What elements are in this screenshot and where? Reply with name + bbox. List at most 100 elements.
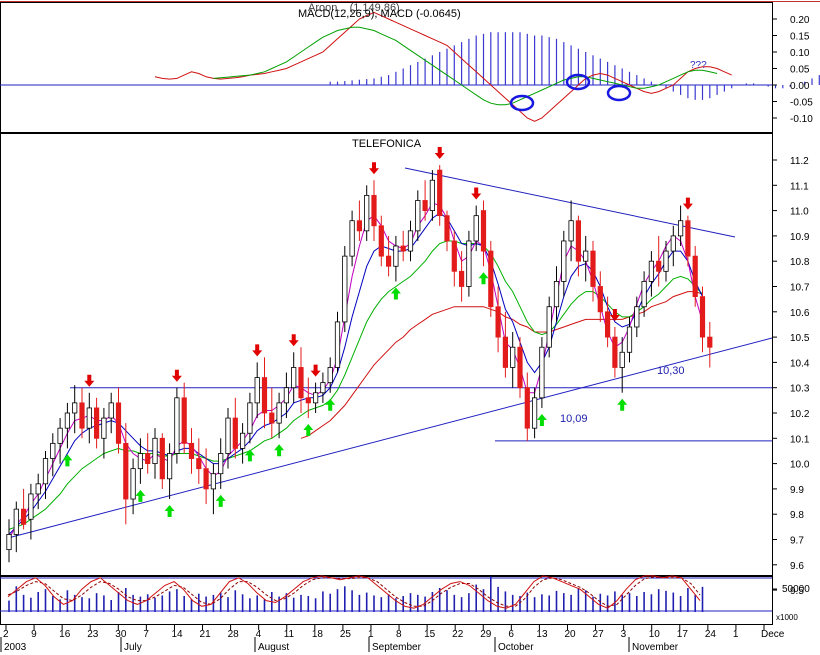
candle-body <box>466 240 472 287</box>
candle-body <box>634 306 640 328</box>
candle-body <box>429 179 436 212</box>
x-tick-label: 10 <box>649 629 661 640</box>
buy-arrow-icon <box>62 454 73 467</box>
price-tick-label: 10.3 <box>790 384 810 395</box>
candle-body <box>101 417 107 439</box>
candle-body <box>239 432 246 449</box>
candle-body <box>648 260 655 282</box>
candle-body <box>692 255 698 298</box>
candle-body <box>583 250 589 262</box>
candle-body <box>458 270 465 287</box>
candle-body <box>188 442 195 459</box>
macd-annotation: ??? <box>690 60 707 71</box>
candle-body <box>57 427 63 444</box>
macd-tick-label: -0.05 <box>790 98 813 109</box>
candle-body <box>612 336 618 368</box>
candle-body <box>371 195 377 227</box>
buy-arrow-icon <box>215 494 226 507</box>
candle-body <box>480 210 487 252</box>
candle-body <box>342 255 348 323</box>
buy-arrow-icon <box>135 489 146 502</box>
price-tick-label: 11.1 <box>790 181 809 192</box>
chart-root: 0.20 0.15 0.10 0.05 0.00 -0.05 -0.10 11.2 11.1 11… <box>0 0 820 653</box>
candle-body <box>64 412 70 429</box>
candle-body <box>378 225 384 257</box>
sell-arrow-icon <box>288 334 299 347</box>
price-tick-label: 10.7 <box>790 283 810 294</box>
x-tick-label: 24 <box>705 629 717 640</box>
x-tick-label: 14 <box>171 629 183 640</box>
candle-body <box>327 367 333 384</box>
ma-long-line <box>300 291 703 439</box>
candle-body <box>196 458 202 470</box>
candle-body <box>400 245 406 252</box>
candle-body <box>364 195 370 232</box>
ma-slow-line <box>8 240 703 530</box>
price-tick-label: 10.1 <box>790 434 810 445</box>
buy-arrow-icon <box>325 398 336 411</box>
x-tick-label: 20 <box>564 629 576 640</box>
price-tick-label: 10.5 <box>790 333 810 344</box>
chart-title: TELEFONICA <box>352 138 422 150</box>
candle-body <box>261 377 268 414</box>
candle-body <box>561 240 567 282</box>
buy-arrow-icon <box>617 398 628 411</box>
candle-body <box>605 311 611 338</box>
x-tick-label: 29 <box>480 629 492 640</box>
macd-tick-label: 0.20 <box>790 15 810 26</box>
x-tick-label: 8 <box>396 629 402 640</box>
candle-body <box>385 255 392 267</box>
candle-body <box>539 346 545 399</box>
price-tick-label: 10.8 <box>790 257 810 268</box>
candle-body <box>108 402 114 419</box>
candle-body <box>670 235 676 252</box>
sell-arrow-icon <box>171 369 182 382</box>
x-tick-label: 17 <box>677 629 689 640</box>
price-tick-label: 10.2 <box>790 409 810 420</box>
price-tick-label: 10.6 <box>790 308 810 319</box>
candle-body <box>334 321 341 368</box>
candle-body <box>79 402 85 429</box>
volume-y-tick: 50000 <box>782 584 810 595</box>
x-tick-label: 7 <box>143 629 149 640</box>
price-tick-label: 9.8 <box>790 510 804 521</box>
candle-body <box>291 367 297 389</box>
candle-body <box>72 402 78 414</box>
candle-body <box>50 442 56 459</box>
buy-arrow-icon <box>274 444 285 457</box>
price-tick-label: 9.9 <box>790 485 804 496</box>
price-tick-label: 10.9 <box>790 232 810 243</box>
month-label: July <box>124 642 142 652</box>
macd-signal-line <box>213 26 718 106</box>
candle-body <box>152 437 158 464</box>
sell-arrow-icon <box>310 364 321 377</box>
candle-body <box>393 245 399 267</box>
volume-panel-frame <box>0 576 773 625</box>
candle-body <box>473 215 479 242</box>
buy-arrow-icon <box>164 505 175 518</box>
candle-body <box>553 281 560 308</box>
stock-chart: 0.200.150.100.050.00-0.05-0.1011.211.111… <box>0 1 820 653</box>
candle-body <box>641 281 647 308</box>
candle-body <box>35 483 41 495</box>
month-label: November <box>632 642 679 652</box>
candle-body <box>685 220 691 257</box>
macd-tick-label: -0.10 <box>790 114 813 125</box>
candle-body <box>619 351 625 368</box>
candle-body <box>356 220 363 232</box>
sell-arrow-icon <box>471 187 482 200</box>
candle-body <box>546 306 552 348</box>
x-tick-label: 28 <box>228 629 240 640</box>
candle-body <box>174 397 180 454</box>
candle-body <box>159 437 165 480</box>
buy-arrow-icon <box>536 413 547 426</box>
candle-body <box>532 397 538 429</box>
candle-body <box>130 468 136 500</box>
candle-body <box>312 392 319 404</box>
x-tick-label: 11 <box>284 629 295 640</box>
volume-unit-label: x1000 <box>776 613 798 622</box>
macd-tick-label: 0.15 <box>790 32 810 43</box>
candle-body <box>488 250 494 308</box>
x-tick-label: 15 <box>424 629 436 640</box>
candle-body <box>444 215 450 242</box>
